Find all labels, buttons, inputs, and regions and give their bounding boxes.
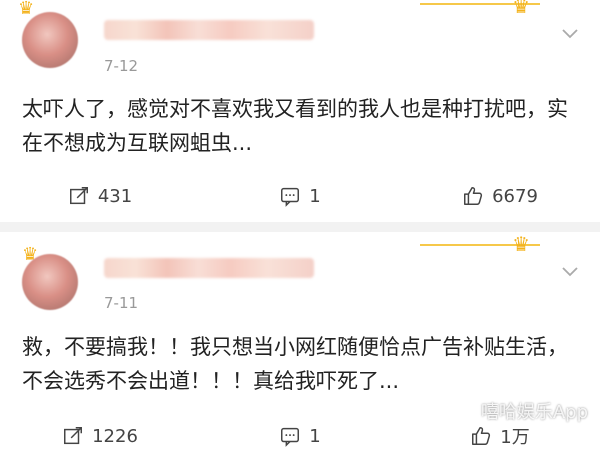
post-time: 7-11 [104, 294, 139, 312]
vip-badge-icon: ♛ [512, 0, 530, 18]
post-time: 7-12 [104, 57, 139, 75]
comment-count: 1 [309, 185, 321, 207]
comment-icon [281, 427, 300, 447]
repost-count: 431 [97, 185, 133, 207]
chevron-down-icon[interactable] [562, 262, 578, 281]
comment-icon [281, 187, 300, 207]
like-count: 6679 [492, 185, 538, 207]
vip-badge-icon: ♛ [512, 232, 530, 256]
like-count: 1万 [500, 427, 530, 448]
chevron-down-icon[interactable] [562, 24, 578, 43]
like-button[interactable]: 6679 [400, 176, 600, 216]
thumbs-up-icon [464, 187, 483, 205]
vip-crown-icon: ♛ [18, 0, 35, 19]
comment-count: 1 [309, 425, 321, 447]
comment-button[interactable]: 1 [200, 416, 400, 456]
repost-button[interactable]: 431 [0, 176, 200, 216]
post-content: 救，不要搞我！！我只想当小网红随便恰点广告补贴生活，不会选秀不会出道！！！真给我… [22, 335, 568, 393]
username-blurred[interactable] [104, 258, 314, 278]
repost-count: 1226 [92, 425, 138, 447]
post-actions: 431 1 6679 [0, 176, 600, 216]
repost-icon [69, 187, 88, 205]
username-blurred[interactable] [104, 20, 314, 40]
comment-button[interactable]: 1 [200, 176, 400, 216]
avatar[interactable] [22, 12, 78, 68]
post-content: 太吓人了，感觉对不喜欢我又看到的我人也是种打扰吧，实在不想成为互联网蛆虫... [22, 97, 568, 155]
thumbs-up-icon [472, 427, 491, 445]
avatar[interactable] [22, 254, 78, 310]
repost-icon [64, 427, 83, 445]
repost-button[interactable]: 1226 [0, 416, 200, 456]
watermark-text: 嘻哈娱乐App [480, 402, 588, 423]
post-card[interactable]: ♛ ♛ 7-12 太吓人了，感觉对不喜欢我又看到的我人也是种打扰吧，实在不想成为… [0, 0, 600, 222]
weibo-feed: ♛ ♛ 7-12 太吓人了，感觉对不喜欢我又看到的我人也是种打扰吧，实在不想成为… [0, 0, 600, 457]
post-divider [0, 222, 600, 232]
